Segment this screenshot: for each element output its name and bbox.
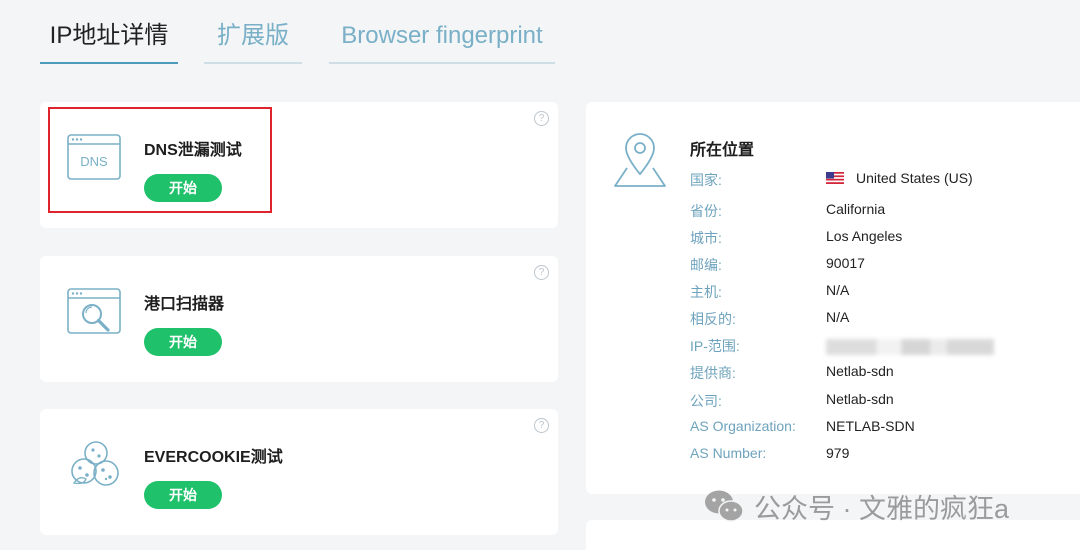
info-row-host: 主机: N/A bbox=[690, 282, 1070, 304]
info-row-as-org: AS Organization: NETLAB-SDN bbox=[690, 418, 1070, 440]
location-title: 所在位置 bbox=[690, 142, 755, 159]
evercookie-card: EVERCOOKIE测试 开始 ? bbox=[40, 409, 558, 535]
dns-help-icon[interactable]: ? bbox=[534, 111, 549, 126]
tab-browser-fingerprint[interactable]: Browser fingerprint bbox=[329, 18, 555, 64]
info-row-postcode: 邮编: 90017 bbox=[690, 255, 1070, 277]
postcode-label: 邮编: bbox=[690, 257, 722, 273]
tab-ip-details[interactable]: IP地址详情 bbox=[40, 18, 178, 64]
as-number-value: 979 bbox=[826, 445, 850, 461]
province-label: 省份: bbox=[690, 203, 722, 219]
dns-start-button[interactable]: 开始 bbox=[144, 174, 222, 202]
tab-bar: IP地址详情 扩展版 Browser fingerprint bbox=[0, 0, 1080, 70]
port-scanner-card: 港口扫描器 开始 ? bbox=[40, 256, 558, 382]
port-scan-icon bbox=[67, 288, 121, 334]
ip-range-redacted bbox=[826, 339, 994, 355]
city-label: 城市: bbox=[690, 230, 722, 246]
info-row-city: 城市: Los Angeles bbox=[690, 228, 1070, 250]
ip-range-label: IP-范围: bbox=[690, 338, 740, 354]
info-row-ip-range: IP-范围: bbox=[690, 336, 1070, 358]
watermark: 公众号 · 文雅的疯狂a bbox=[704, 486, 1009, 526]
tab-extended[interactable]: 扩展版 bbox=[204, 18, 302, 64]
svg-text:DNS: DNS bbox=[80, 154, 108, 169]
reverse-label: 相反的: bbox=[690, 311, 736, 327]
as-number-label: AS Number: bbox=[690, 445, 767, 461]
us-flag-icon bbox=[826, 172, 844, 184]
province-value: California bbox=[826, 201, 886, 217]
watermark-text: 公众号 · 文雅的疯狂a bbox=[754, 493, 1010, 524]
info-row-reverse: 相反的: N/A bbox=[690, 309, 1070, 331]
host-value: N/A bbox=[826, 282, 850, 298]
info-row-province: 省份: California bbox=[690, 201, 1070, 223]
postcode-value: 90017 bbox=[826, 255, 865, 271]
info-row-as-number: AS Number: 979 bbox=[690, 445, 1070, 467]
wechat-icon bbox=[705, 490, 744, 522]
as-org-label: AS Organization: bbox=[690, 418, 796, 434]
evercookie-start-button[interactable]: 开始 bbox=[144, 481, 222, 509]
info-row-provider: 提供商: Netlab-sdn bbox=[690, 363, 1070, 385]
host-label: 主机: bbox=[690, 284, 722, 300]
port-scanner-title: 港口扫描器 bbox=[144, 296, 225, 313]
as-org-value: NETLAB-SDN bbox=[826, 418, 915, 434]
evercookie-title: EVERCOOKIE测试 bbox=[144, 449, 283, 466]
provider-label: 提供商: bbox=[690, 365, 736, 381]
reverse-value: N/A bbox=[826, 309, 850, 325]
port-help-icon[interactable]: ? bbox=[534, 265, 549, 280]
map-pin-icon bbox=[614, 133, 666, 187]
country-value: United States (US) bbox=[826, 170, 973, 186]
country-label: 国家: bbox=[690, 172, 722, 188]
cookie-icon bbox=[71, 441, 119, 486]
country-text: United States (US) bbox=[856, 170, 973, 186]
city-value: Los Angeles bbox=[826, 228, 903, 244]
dns-window-icon: DNS bbox=[67, 134, 121, 180]
info-row-country: 国家: United States (US) bbox=[690, 170, 1070, 192]
company-value: Netlab-sdn bbox=[826, 391, 894, 407]
location-panel: 所在位置 国家: United States (US) 省份: Californ… bbox=[586, 102, 1080, 494]
evercookie-help-icon[interactable]: ? bbox=[534, 418, 549, 433]
dns-leak-title: DNS泄漏测试 bbox=[144, 142, 242, 159]
company-label: 公司: bbox=[690, 393, 722, 409]
port-start-button[interactable]: 开始 bbox=[144, 328, 222, 356]
dns-leak-card: DNS DNS泄漏测试 开始 ? bbox=[40, 102, 558, 228]
info-row-company: 公司: Netlab-sdn bbox=[690, 391, 1070, 413]
provider-value: Netlab-sdn bbox=[826, 363, 894, 379]
